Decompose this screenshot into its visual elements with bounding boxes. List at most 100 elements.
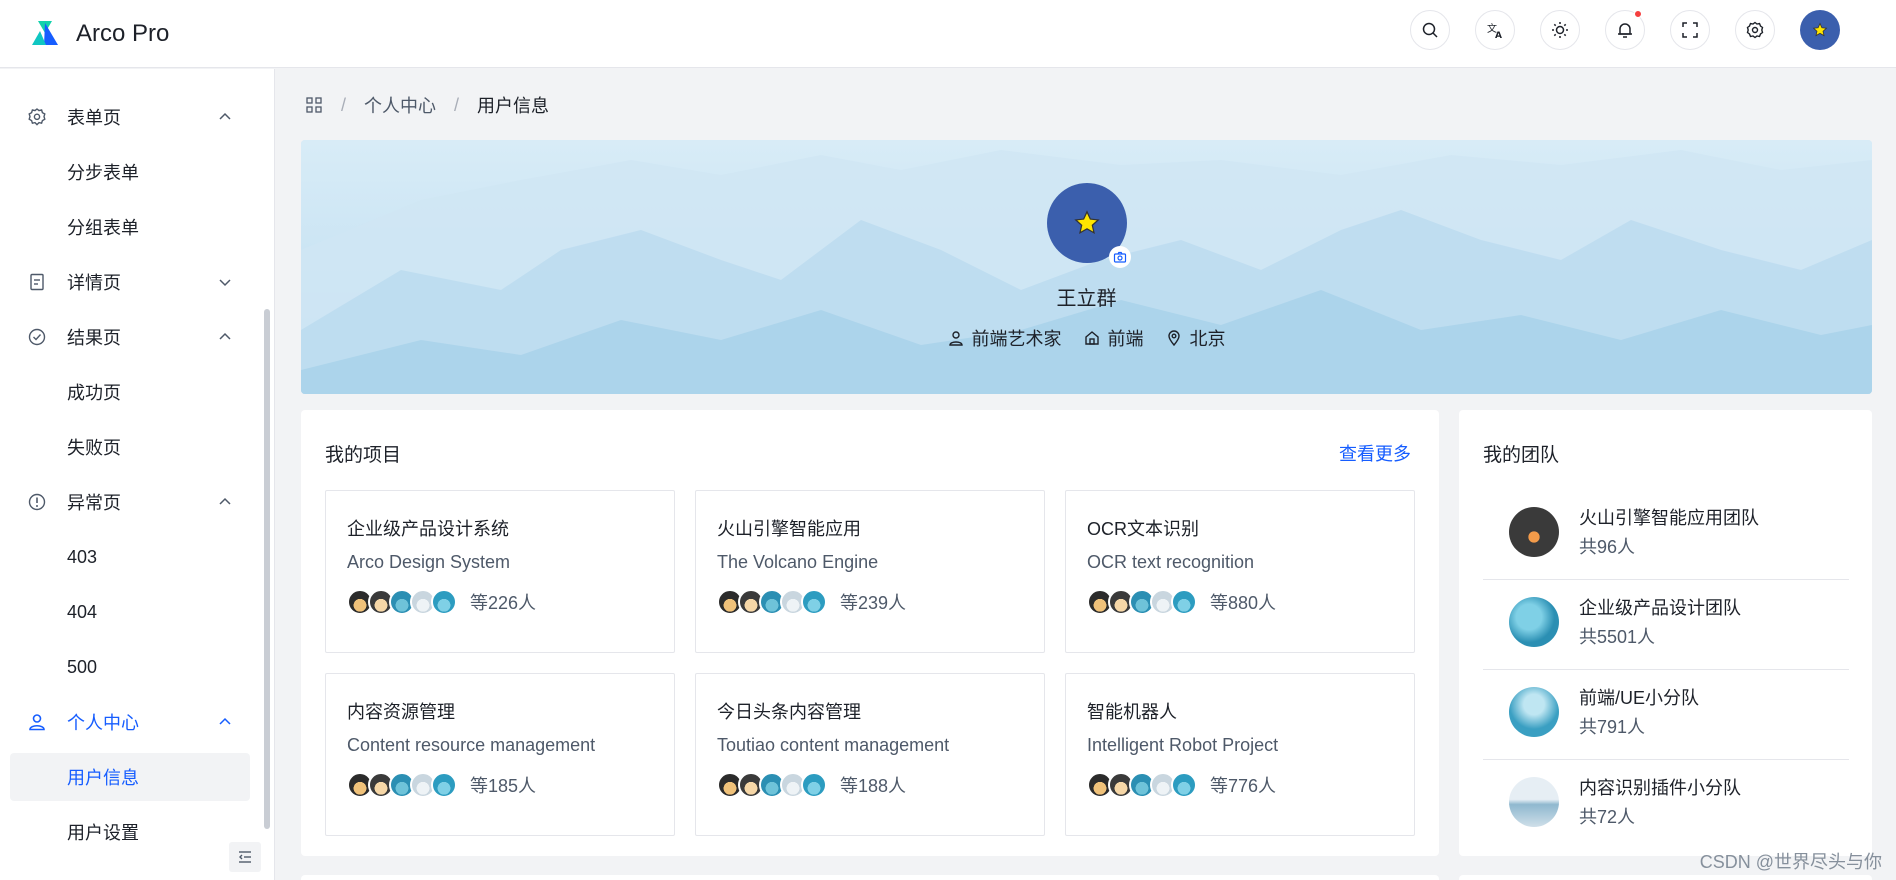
project-desc: The Volcano Engine <box>717 552 879 572</box>
search-button[interactable] <box>1410 10 1450 50</box>
project-member-count: 等226人 <box>470 593 537 613</box>
team-name: 火山引擎智能应用团队 <box>1579 508 1759 528</box>
sidebar-group-0[interactable]: 表单页 <box>10 93 250 141</box>
sidebar-item-6[interactable]: 失败页 <box>10 423 250 471</box>
sidebar-item-label: 用户信息 <box>67 768 139 788</box>
sidebar-group-7[interactable]: 异常页 <box>10 478 250 526</box>
team-name: 前端/UE小分队 <box>1579 688 1700 708</box>
chevron-down-icon <box>219 279 231 287</box>
project-card[interactable]: 今日头条内容管理 Toutiao content management 等188人 <box>695 673 1045 836</box>
team-name: 企业级产品设计团队 <box>1579 598 1741 618</box>
breadcrumb-separator: / <box>454 94 460 115</box>
project-card[interactable]: 火山引擎智能应用 The Volcano Engine 等239人 <box>695 490 1045 653</box>
sidebar-group-3[interactable]: 详情页 <box>10 258 250 306</box>
user-icon <box>948 331 963 346</box>
project-name: OCR文本识别 <box>1087 519 1199 539</box>
sidebar-item-label: 失败页 <box>67 438 121 458</box>
fullscreen-button[interactable] <box>1670 10 1710 50</box>
member-avatar <box>431 772 457 798</box>
project-name: 智能机器人 <box>1087 702 1177 722</box>
user-avatar[interactable] <box>1800 10 1840 50</box>
project-name: 火山引擎智能应用 <box>717 519 861 539</box>
sun-icon <box>1552 22 1568 38</box>
chevron-up-icon <box>219 497 231 505</box>
collapse-sidebar-button[interactable] <box>229 842 261 872</box>
language-button[interactable]: 文A <box>1475 10 1515 50</box>
form-icon <box>26 106 48 128</box>
fullscreen-icon <box>1682 22 1698 38</box>
profile-meta: 前端艺术家 前端 北京 <box>301 325 1872 351</box>
watermark: CSDN @世界尽头与你 <box>1699 852 1882 872</box>
sidebar-item-2[interactable]: 分组表单 <box>10 203 250 251</box>
sidebar-item-10[interactable]: 500 <box>10 643 250 691</box>
apps-icon[interactable] <box>305 96 323 114</box>
settings-button[interactable] <box>1735 10 1775 50</box>
project-name: 内容资源管理 <box>347 702 455 722</box>
sidebar-group-4[interactable]: 结果页 <box>10 313 250 361</box>
team-avatar <box>1509 597 1559 647</box>
project-members: 等776人 <box>1087 772 1276 798</box>
team-item[interactable]: 内容识别插件小分队 共72人 <box>1483 760 1849 850</box>
team-name: 内容识别插件小分队 <box>1579 778 1741 798</box>
translate-icon: 文A <box>1487 22 1502 39</box>
profile-job: 前端艺术家 <box>948 325 1062 351</box>
breadcrumb-current: 用户信息 <box>477 96 550 116</box>
sidebar-item-13[interactable]: 用户设置 <box>10 808 250 856</box>
team-item[interactable]: 前端/UE小分队 共791人 <box>1483 670 1849 760</box>
view-more-link[interactable]: 查看更多 <box>1339 440 1411 466</box>
team-count: 共96人 <box>1579 537 1636 557</box>
team-avatar <box>1509 507 1559 557</box>
sidebar-item-label: 详情页 <box>67 273 121 293</box>
sidebar-item-9[interactable]: 404 <box>10 588 250 636</box>
star-icon <box>1812 22 1828 37</box>
home-icon <box>1084 331 1099 345</box>
team-count: 共72人 <box>1579 807 1636 827</box>
project-card[interactable]: 企业级产品设计系统 Arco Design System 等226人 <box>325 490 675 653</box>
sidebar-item-label: 异常页 <box>67 493 121 513</box>
project-member-count: 等188人 <box>840 776 907 796</box>
sidebar-item-label: 404 <box>67 601 98 622</box>
project-card[interactable]: OCR文本识别 OCR text recognition 等880人 <box>1065 490 1415 653</box>
profile-location: 北京 <box>1166 325 1226 351</box>
arco-logo-icon <box>32 20 58 45</box>
project-card[interactable]: 智能机器人 Intelligent Robot Project 等776人 <box>1065 673 1415 836</box>
sidebar-item-8[interactable]: 403 <box>10 533 250 581</box>
team-avatar <box>1509 687 1559 737</box>
notification-badge <box>1634 10 1642 18</box>
project-card[interactable]: 内容资源管理 Content resource management 等185人 <box>325 673 675 836</box>
check-circle-icon <box>26 326 48 348</box>
project-member-count: 等776人 <box>1210 776 1277 796</box>
project-members: 等188人 <box>717 772 906 798</box>
team-item[interactable]: 火山引擎智能应用团队 共96人 <box>1483 490 1849 580</box>
sidebar-group-11[interactable]: 个人中心 <box>10 698 250 746</box>
sidebar-item-label: 个人中心 <box>67 713 139 733</box>
upload-avatar-button[interactable] <box>1109 246 1131 268</box>
project-member-count: 等239人 <box>840 593 907 613</box>
team-count: 共791人 <box>1579 717 1646 737</box>
team-item[interactable]: 企业级产品设计团队 共5501人 <box>1483 580 1849 670</box>
sidebar-item-label: 用户设置 <box>67 823 139 843</box>
theme-button[interactable] <box>1540 10 1580 50</box>
sidebar-item-1[interactable]: 分步表单 <box>10 148 250 196</box>
sidebar-item-12[interactable]: 用户信息 <box>10 753 250 801</box>
sidebar-scrollbar[interactable] <box>264 309 270 829</box>
app-title: Arco Pro <box>76 19 170 47</box>
profile-banner: 王立群 前端艺术家 前端 北京 <box>301 140 1872 394</box>
notification-button[interactable] <box>1605 10 1645 50</box>
team-avatar <box>1509 777 1559 827</box>
profile-name: 王立群 <box>1056 288 1117 310</box>
star-icon <box>1074 210 1100 235</box>
svg-text:A: A <box>1495 31 1502 39</box>
camera-icon <box>1113 251 1127 263</box>
project-member-count: 等185人 <box>470 776 537 796</box>
sidebar-item-5[interactable]: 成功页 <box>10 368 250 416</box>
team-count: 共5501人 <box>1579 627 1656 647</box>
location-icon <box>1167 330 1180 346</box>
breadcrumb-separator: / <box>341 94 347 115</box>
profile-location-label: 北京 <box>1189 329 1226 349</box>
logo[interactable]: Arco Pro <box>28 19 169 49</box>
sidebar-item-label: 成功页 <box>67 383 121 403</box>
exclamation-circle-icon <box>26 491 48 513</box>
breadcrumb-item[interactable]: 个人中心 <box>364 92 436 118</box>
team-title: 我的团队 <box>1483 445 1560 466</box>
